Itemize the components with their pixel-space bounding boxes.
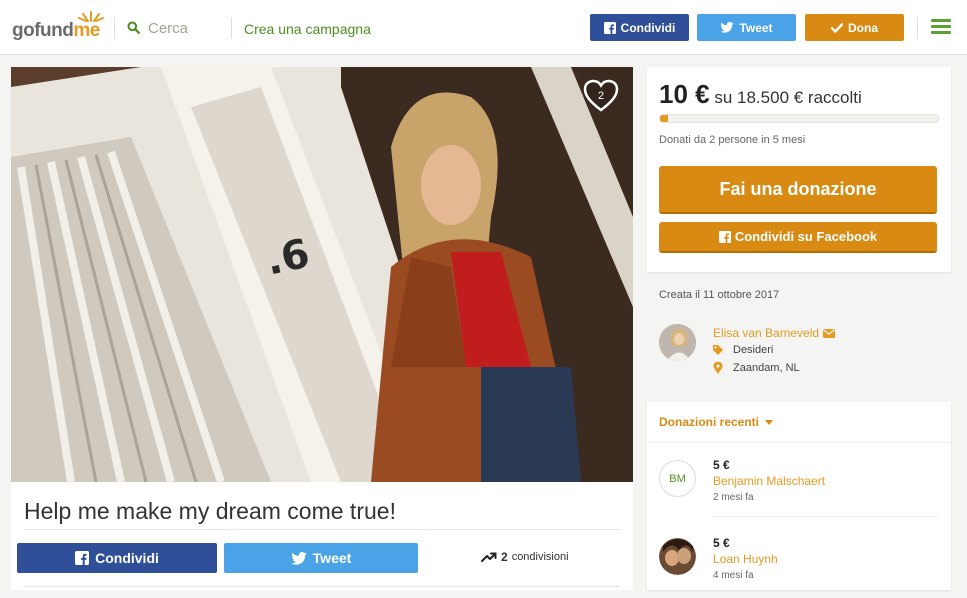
gofundme-logo[interactable]: gofundme [12, 10, 104, 46]
recent-donations-dropdown[interactable]: Donazioni recenti [659, 415, 774, 429]
organizer-name: Elisa van Barneveld [713, 326, 820, 340]
checkmark-icon [831, 22, 843, 33]
trending-up-icon [481, 552, 497, 562]
share-facebook-button[interactable]: Condividi su Facebook [659, 222, 937, 253]
campaign-tweet-button[interactable]: Tweet [224, 543, 418, 573]
donation-amount: 5 € [713, 536, 730, 550]
organizer-location: Zaandam, NL [713, 362, 800, 374]
donor-avatar-initials: BM [659, 460, 696, 497]
search-field[interactable]: Cerca [127, 20, 222, 38]
created-date: Creata il 11 ottobre 2017 [659, 289, 780, 301]
campaign-photo: .6 2 [11, 67, 633, 482]
category-label: Desideri [733, 344, 774, 356]
donation-item: 5 € Loan Huynh 4 mesi fa [659, 536, 939, 598]
donation-amount: 5 € [713, 458, 730, 472]
campaign-tweet-label: Tweet [312, 550, 352, 566]
divider [24, 586, 620, 587]
hearts-count: 2 [597, 90, 605, 102]
donation-time: 2 mesi fa [713, 492, 754, 503]
tag-icon [713, 345, 723, 355]
recent-donations-heading: Donazioni recenti [659, 415, 760, 429]
twitter-icon [290, 551, 307, 565]
top-header: gofundme Cerca Crea una campagna Condivi… [0, 0, 967, 55]
divider [24, 529, 620, 530]
header-facebook-share-button[interactable]: Condividi [590, 14, 689, 41]
facebook-icon [75, 551, 90, 565]
donor-photo [659, 538, 696, 575]
campaign-card: Help me make my dream come true! Condivi… [11, 482, 633, 590]
logo-text: gofundme [12, 20, 100, 41]
search-icon [127, 21, 140, 34]
envelope-icon[interactable] [823, 328, 836, 338]
hearts-badge[interactable]: 2 [583, 79, 619, 112]
shares-label: condivisioni [511, 551, 569, 563]
search-placeholder: Cerca [148, 20, 189, 37]
donate-button[interactable]: Fai una donazione [659, 166, 937, 214]
funding-progress-bar [659, 114, 939, 123]
facebook-icon [603, 21, 616, 34]
header-donate-label: Dona [848, 20, 878, 35]
donor-avatar-photo [659, 538, 696, 575]
funding-card: 10 € su 18.500 € raccolti Donati da 2 pe… [647, 67, 951, 272]
facebook-icon [718, 230, 731, 243]
header-divider [917, 17, 918, 39]
campaign-facebook-share-button[interactable]: Condividi [17, 543, 217, 573]
donor-name[interactable]: Benjamin Malschaert [713, 474, 825, 488]
divider [647, 442, 951, 443]
caret-down-icon [765, 419, 774, 425]
location-label: Zaandam, NL [733, 362, 800, 374]
organizer-name-link[interactable]: Elisa van Barneveld [713, 326, 836, 340]
organizer-avatar[interactable] [659, 324, 696, 361]
recent-donations-card: Donazioni recenti BM 5 € Benjamin Malsch… [647, 402, 951, 590]
map-pin-icon [713, 362, 723, 374]
header-divider [231, 17, 232, 39]
amount-goal: su 18.500 € raccolti [714, 88, 862, 107]
shares-counter: 2 condivisioni [481, 550, 569, 564]
donor-name[interactable]: Loan Huynh [713, 552, 778, 566]
amount-raised-value: 10 € [659, 79, 710, 109]
organizer-photo [659, 324, 696, 361]
campaign-photo-illustration: .6 [11, 67, 633, 482]
twitter-icon [720, 22, 735, 33]
header-tweet-button[interactable]: Tweet [697, 14, 796, 41]
share-facebook-label: Condividi su Facebook [734, 229, 878, 244]
funding-progress-fill [660, 115, 669, 122]
donation-time: 4 mesi fa [713, 570, 754, 581]
header-donate-button[interactable]: Dona [805, 14, 904, 41]
header-divider [114, 17, 115, 39]
divider [713, 516, 939, 517]
header-share-label: Condividi [620, 20, 676, 35]
donation-item: BM 5 € Benjamin Malschaert 2 mesi fa [659, 458, 939, 520]
campaign-share-label: Condividi [95, 550, 159, 566]
create-campaign-link[interactable]: Crea una campagna [244, 21, 371, 37]
shares-count: 2 [501, 550, 508, 564]
organizer-category: Desideri [713, 344, 773, 356]
hamburger-menu-icon[interactable] [931, 19, 951, 35]
donors-meta: Donati da 2 persone in 5 mesi [659, 134, 806, 146]
amount-raised: 10 € su 18.500 € raccolti [659, 79, 862, 110]
campaign-title: Help me make my dream come true! [24, 498, 396, 524]
header-tweet-label: Tweet [739, 20, 773, 35]
